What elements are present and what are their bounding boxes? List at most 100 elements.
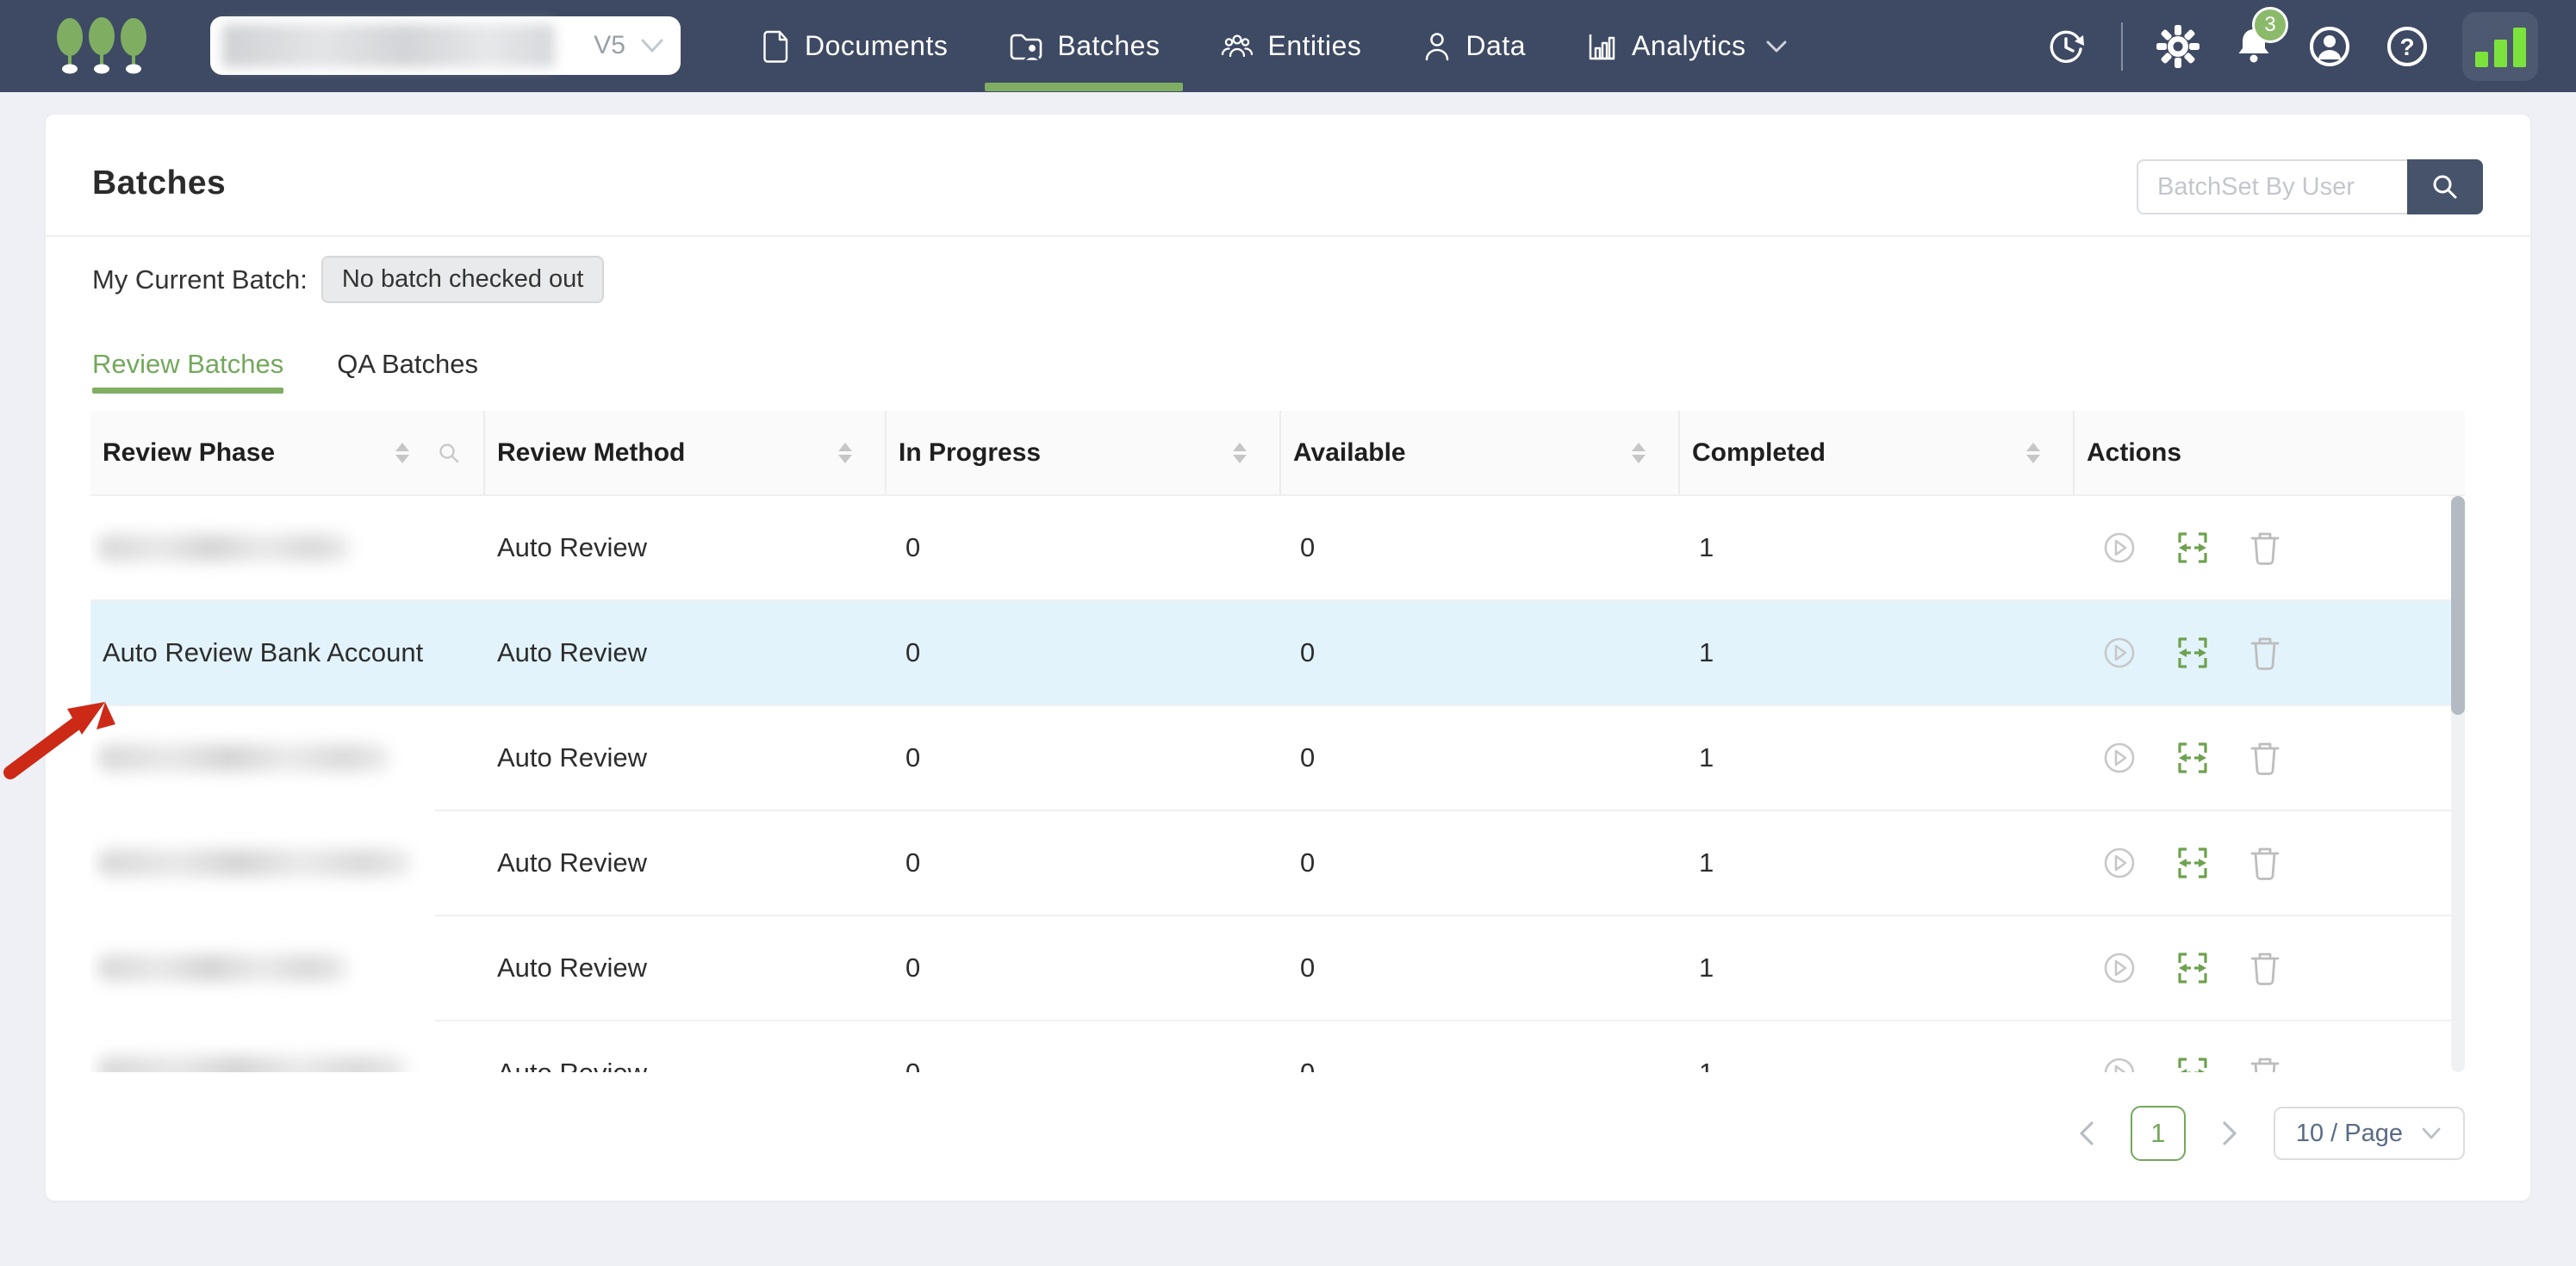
- batches-card: Batches My Current Batch: No batch check…: [46, 115, 2530, 1201]
- column-search-icon[interactable]: [437, 441, 461, 465]
- play-icon[interactable]: [2100, 634, 2138, 672]
- fit-arrows-icon[interactable]: [2173, 948, 2212, 988]
- play-icon[interactable]: [2100, 844, 2138, 882]
- document-icon: [761, 29, 792, 64]
- column-header-review-phase[interactable]: Review Phase: [90, 411, 485, 494]
- table-row[interactable]: Auto Review 0 0 1: [90, 496, 2465, 601]
- gear-icon[interactable]: [2156, 24, 2200, 69]
- trash-icon[interactable]: [2247, 528, 2283, 568]
- workspace-version: V5: [594, 16, 625, 75]
- fit-arrows-icon[interactable]: [2173, 843, 2212, 883]
- nav-item-batches[interactable]: Batches: [978, 0, 1190, 92]
- sort-icon[interactable]: [838, 443, 852, 463]
- prev-page-icon[interactable]: [2075, 1119, 2098, 1148]
- search-icon: [2430, 172, 2460, 202]
- redacted-text-blob: [97, 954, 349, 982]
- redacted-text-blob: [97, 534, 352, 562]
- nav-item-entities[interactable]: Entities: [1190, 0, 1391, 92]
- play-icon[interactable]: [2100, 529, 2138, 567]
- sort-icon[interactable]: [1233, 443, 1247, 463]
- column-header-in-progress[interactable]: In Progress: [887, 411, 1281, 494]
- green-bars-icon[interactable]: [2462, 12, 2538, 81]
- tab-review-batches[interactable]: Review Batches: [92, 349, 283, 394]
- cell-actions: [2075, 916, 2465, 1020]
- trash-icon[interactable]: [2247, 948, 2283, 988]
- nav-item-documents[interactable]: Documents: [731, 0, 978, 92]
- search-input[interactable]: [2137, 159, 2407, 214]
- table-row[interactable]: Auto Review 0 0 1: [90, 916, 2465, 1021]
- next-page-icon[interactable]: [2218, 1119, 2241, 1148]
- fit-arrows-icon[interactable]: [2173, 738, 2212, 778]
- sort-icon[interactable]: [1632, 443, 1646, 463]
- table-header: Review Phase Review Method In Progress A…: [90, 411, 2465, 496]
- bell-icon[interactable]: 3: [2233, 24, 2274, 69]
- batch-folder-icon: [1008, 30, 1044, 63]
- column-header-completed[interactable]: Completed: [1680, 411, 2075, 494]
- sort-icon[interactable]: [395, 443, 409, 463]
- nav-item-label: Entities: [1267, 30, 1361, 62]
- nav-divider: [2121, 22, 2123, 71]
- table-row-highlighted[interactable]: Auto Review Bank Account Auto Review 0 0…: [90, 601, 2465, 706]
- redacted-text-blob: [97, 1056, 408, 1072]
- workspace-name-redacted: [222, 24, 555, 67]
- top-nav-bar: V5 Documents Batches: [0, 0, 2576, 92]
- table-row[interactable]: Auto Review 0 0 1: [90, 1021, 2465, 1072]
- play-icon[interactable]: [2100, 739, 2138, 777]
- chevron-down-icon: [1764, 38, 1789, 55]
- data-person-icon: [1422, 30, 1453, 63]
- table-row[interactable]: Auto Review 0 0 1: [90, 811, 2465, 916]
- app-logo[interactable]: [53, 17, 150, 76]
- batchset-search: [2137, 159, 2483, 214]
- notification-badge: 3: [2252, 7, 2288, 43]
- trash-icon[interactable]: [2247, 633, 2283, 673]
- history-icon[interactable]: [2044, 24, 2088, 69]
- nav-item-label: Batches: [1057, 30, 1160, 62]
- pagination: 1 10 / Page: [2075, 1105, 2465, 1162]
- tab-qa-batches[interactable]: QA Batches: [337, 349, 478, 394]
- entities-group-icon: [1220, 31, 1254, 62]
- user-icon[interactable]: [2307, 24, 2352, 69]
- page-size-label: 10 / Page: [2296, 1120, 2403, 1148]
- cell-actions: [2075, 706, 2465, 810]
- column-header-available[interactable]: Available: [1281, 411, 1680, 494]
- nav-item-label: Documents: [805, 30, 948, 62]
- analytics-chart-icon: [1586, 31, 1619, 62]
- redacted-text-blob: [97, 849, 412, 877]
- chevron-down-icon: [639, 35, 665, 56]
- current-batch-label: My Current Batch:: [92, 264, 308, 295]
- workspace-select[interactable]: V5: [210, 16, 681, 75]
- page-title: Batches: [92, 164, 226, 202]
- column-header-actions: Actions: [2075, 411, 2465, 494]
- current-page-button[interactable]: 1: [2131, 1106, 2186, 1161]
- nav-right-actions: 3 ?: [2044, 0, 2538, 92]
- cell-review-phase: Auto Review Bank Account: [90, 601, 485, 704]
- fit-arrows-icon[interactable]: [2173, 633, 2212, 673]
- nav-item-label: Data: [1465, 30, 1526, 62]
- page-size-select[interactable]: 10 / Page: [2274, 1107, 2465, 1160]
- table-scrollbar-thumb[interactable]: [2451, 496, 2465, 715]
- nav-item-analytics[interactable]: Analytics: [1556, 0, 1819, 92]
- table-body: Auto Review 0 0 1 Auto Review Bank Accou…: [90, 496, 2465, 1072]
- sort-icon[interactable]: [2026, 443, 2040, 463]
- search-button[interactable]: [2407, 159, 2483, 214]
- main-nav-menu: Documents Batches Entities Da: [731, 0, 1819, 92]
- fit-arrows-icon[interactable]: [2173, 528, 2212, 568]
- play-icon[interactable]: [2100, 949, 2138, 987]
- table-scrollbar-track[interactable]: [2451, 496, 2465, 1072]
- trash-icon[interactable]: [2247, 738, 2283, 778]
- trash-icon[interactable]: [2247, 1053, 2283, 1072]
- batches-table: Review Phase Review Method In Progress A…: [90, 411, 2465, 1072]
- cell-actions: [2075, 811, 2465, 915]
- cell-actions: [2075, 496, 2465, 599]
- play-icon[interactable]: [2100, 1054, 2138, 1072]
- fit-arrows-icon[interactable]: [2173, 1053, 2212, 1072]
- nav-item-label: Analytics: [1632, 30, 1746, 62]
- table-row[interactable]: Auto Review 0 0 1: [90, 706, 2465, 811]
- cell-actions: [2075, 1021, 2465, 1072]
- column-header-review-method[interactable]: Review Method: [485, 411, 887, 494]
- trash-icon[interactable]: [2247, 843, 2283, 883]
- help-icon[interactable]: ?: [2385, 24, 2430, 69]
- current-batch-value-badge: No batch checked out: [321, 256, 605, 303]
- current-batch-row: My Current Batch: No batch checked out: [92, 256, 604, 303]
- nav-item-data[interactable]: Data: [1391, 0, 1556, 92]
